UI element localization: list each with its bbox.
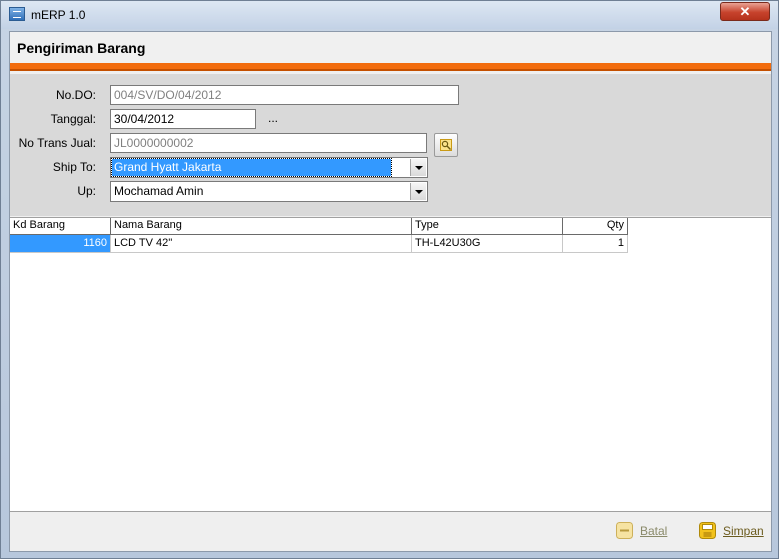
chevron-down-icon[interactable]	[410, 159, 426, 176]
ship-to-value: Grand Hyatt Jakarta	[111, 158, 392, 177]
tanggal-label: Tanggal:	[50, 112, 96, 126]
batal-button[interactable]: Batal	[616, 518, 676, 544]
window-title: mERP 1.0	[31, 8, 86, 22]
no-do-label: No.DO:	[55, 88, 96, 102]
form-window: Pengiriman Barang No.DO: 004/SV/DO/04/20…	[9, 31, 772, 552]
app-window: mERP 1.0 ✕ Pengiriman Barang No.DO: 004/…	[0, 0, 779, 559]
column-header-kd-barang[interactable]: Kd Barang	[10, 218, 111, 235]
ship-to-label: Ship To:	[52, 160, 96, 174]
table-cell-qty[interactable]: 1	[563, 235, 628, 253]
cancel-icon	[616, 522, 633, 539]
app-icon	[9, 7, 25, 21]
search-document-icon	[440, 139, 452, 151]
up-label: Up:	[77, 184, 96, 198]
up-value: Mochamad Amin	[114, 184, 204, 198]
chevron-down-icon[interactable]	[410, 183, 426, 200]
ship-to-dropdown[interactable]: Grand Hyatt Jakarta	[110, 157, 428, 178]
form-header: Pengiriman Barang	[10, 32, 771, 63]
up-dropdown[interactable]: Mochamad Amin	[110, 181, 428, 202]
accent-bar	[10, 63, 771, 71]
no-trans-jual-label: No Trans Jual:	[18, 136, 96, 150]
column-header-type[interactable]: Type	[412, 218, 563, 235]
form-panel: No.DO: 004/SV/DO/04/2012 Tanggal: 30/04/…	[10, 74, 771, 216]
no-trans-jual-field[interactable]: JL0000000002	[110, 133, 427, 153]
table-cell-nama-barang[interactable]: LCD TV 42''	[111, 235, 412, 253]
column-header-nama-barang[interactable]: Nama Barang	[111, 218, 412, 235]
column-header-qty[interactable]: Qty	[563, 218, 628, 235]
lookup-button[interactable]	[434, 133, 458, 157]
close-button[interactable]: ✕	[720, 2, 770, 21]
simpan-button[interactable]: Simpan	[699, 518, 765, 544]
form-title: Pengiriman Barang	[17, 40, 146, 56]
title-bar[interactable]: mERP 1.0 ✕	[1, 1, 778, 29]
date-picker-button[interactable]: ...	[268, 111, 278, 125]
batal-label: Batal	[640, 524, 668, 538]
save-icon	[699, 522, 716, 539]
footer-toolbar: Batal Simpan	[10, 511, 771, 551]
table-cell-type[interactable]: TH-L42U30G	[412, 235, 563, 253]
table-cell-kd-barang[interactable]: 1160	[10, 235, 111, 253]
simpan-label: Simpan	[723, 524, 764, 538]
items-grid[interactable]: Kd Barang Nama Barang Type Qty 1160 LCD …	[10, 217, 771, 511]
no-do-field[interactable]: 004/SV/DO/04/2012	[110, 85, 459, 105]
tanggal-field[interactable]: 30/04/2012	[110, 109, 256, 129]
